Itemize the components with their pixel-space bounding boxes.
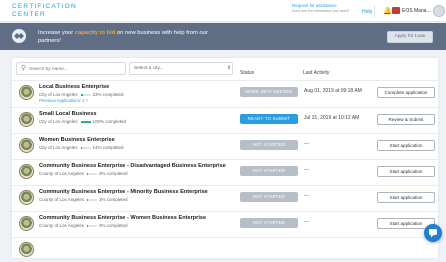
start-application-button[interactable]: Start application bbox=[377, 140, 435, 151]
progress-label: 3% completed bbox=[99, 197, 128, 202]
handshake-icon bbox=[12, 29, 26, 43]
banner-text-highlight: capacity to bid bbox=[75, 30, 116, 36]
banner-message: Increase your capacity to bid on new bus… bbox=[38, 30, 228, 45]
bell-icon[interactable]: 🔔 bbox=[383, 7, 392, 15]
header-divider bbox=[374, 5, 375, 18]
progress-label: 3% completed bbox=[99, 223, 128, 228]
certification-agency: City of Los Angeles 14% completed bbox=[39, 145, 124, 150]
application-row-partial bbox=[12, 237, 438, 262]
last-activity: Aug 01, 2019 at 09:18 AM bbox=[304, 88, 362, 94]
certification-agency: City of Los Angeles 100% completed bbox=[39, 119, 126, 124]
application-row: Small Local Business City of Los Angeles… bbox=[12, 107, 438, 132]
start-application-button[interactable]: Start application bbox=[377, 192, 435, 203]
org-menu[interactable]: EOS Mana... bbox=[402, 8, 431, 14]
logo-line2[interactable]: CENTER bbox=[12, 11, 46, 18]
city-seal-icon bbox=[19, 112, 34, 127]
agency-name: County of Los Angeles bbox=[39, 171, 84, 176]
progress-bar bbox=[87, 173, 97, 175]
status-badge: NOT STARTED bbox=[240, 166, 298, 176]
chevron-down-icon: ˅ bbox=[86, 98, 89, 103]
last-activity: Jul 31, 2019 at 10:12 AM bbox=[304, 115, 359, 121]
certification-agency: City of Los Angeles 23% completed bbox=[39, 92, 124, 97]
county-seal-icon bbox=[19, 164, 34, 179]
certification-title: Local Business Enterprise bbox=[39, 84, 109, 90]
progress-fill bbox=[81, 121, 91, 123]
last-activity: --- bbox=[304, 167, 309, 173]
help-subtext: Don't see the information you need? bbox=[292, 9, 350, 14]
agency-name: City of Los Angeles bbox=[39, 145, 78, 150]
top-bar: CERTIFICATION CENTER Request for assista… bbox=[0, 0, 446, 22]
complete-application-button[interactable]: Complete application bbox=[377, 87, 435, 98]
agency-name: City of Los Angeles bbox=[39, 119, 78, 124]
status-badge: NOT STARTED bbox=[240, 140, 298, 150]
certification-title: Small Local Business bbox=[39, 111, 97, 117]
certification-agency: County of Los Angeles 3% completed bbox=[39, 223, 128, 228]
city-select[interactable]: Select a city... ⇕ bbox=[129, 62, 233, 75]
application-row: Local Business Enterprise City of Los An… bbox=[12, 80, 438, 105]
status-badge: READY TO SUBMIT bbox=[240, 114, 298, 124]
logo-line1[interactable]: CERTIFICATION bbox=[12, 3, 77, 10]
chat-button[interactable] bbox=[424, 224, 442, 242]
org-icon bbox=[392, 7, 400, 14]
column-header-status: Status bbox=[240, 70, 254, 76]
avatar[interactable] bbox=[433, 5, 445, 17]
progress-bar bbox=[81, 147, 91, 149]
application-row: Community Business Enterprise - Disadvan… bbox=[12, 159, 438, 184]
progress-bar bbox=[81, 94, 91, 96]
certification-agency: County of Los Angeles 3% completed bbox=[39, 171, 128, 176]
help-button[interactable]: Help bbox=[362, 9, 372, 15]
application-row: Community Business Enterprise - Women Bu… bbox=[12, 211, 438, 236]
start-application-button[interactable]: Start application bbox=[377, 166, 435, 177]
status-badge: NOT STARTED bbox=[240, 218, 298, 228]
application-row: Community Business Enterprise - Minority… bbox=[12, 185, 438, 210]
city-seal-icon bbox=[19, 85, 34, 100]
last-activity: --- bbox=[304, 219, 309, 225]
status-badge: MORE INFO NEEDED bbox=[240, 87, 298, 97]
chat-bubble-icon bbox=[428, 228, 438, 238]
previous-applications-link[interactable]: Previous Applications: 1 ˅ bbox=[39, 98, 88, 103]
certification-title: Community Business Enterprise - Disadvan… bbox=[39, 163, 226, 169]
agency-name: City of Los Angeles bbox=[39, 92, 78, 97]
progress-fill bbox=[81, 147, 82, 149]
agency-name: County of Los Angeles bbox=[39, 197, 84, 202]
banner-text-pre: Increase your bbox=[38, 30, 75, 36]
certification-title: Community Business Enterprise - Minority… bbox=[39, 189, 208, 195]
certification-title: Women Business Enterprise bbox=[39, 137, 115, 143]
progress-fill bbox=[81, 94, 83, 96]
apply-for-loan-button[interactable]: Apply for Loan bbox=[387, 31, 433, 43]
progress-bar bbox=[81, 121, 91, 123]
certification-title: Community Business Enterprise - Women Bu… bbox=[39, 215, 206, 221]
county-seal-icon bbox=[19, 242, 34, 257]
last-activity: --- bbox=[304, 141, 309, 147]
progress-bar bbox=[87, 199, 97, 201]
progress-label: 100% completed bbox=[93, 119, 127, 124]
last-activity: --- bbox=[304, 193, 309, 199]
progress-label: 3% completed bbox=[99, 171, 128, 176]
agency-name: County of Los Angeles bbox=[39, 223, 84, 228]
county-seal-icon bbox=[19, 190, 34, 205]
column-header-last-activity: Last Activity bbox=[303, 70, 329, 76]
previous-applications-label: Previous Applications: 1 bbox=[39, 98, 85, 103]
county-seal-icon bbox=[19, 216, 34, 231]
chevron-updown-icon: ⇕ bbox=[227, 65, 231, 71]
search-input[interactable] bbox=[29, 64, 124, 74]
request-assistance-link[interactable]: Request for assistance bbox=[292, 3, 337, 8]
review-submit-button[interactable]: Review & Submit bbox=[377, 114, 435, 125]
search-icon: ⚲ bbox=[21, 64, 26, 72]
city-select-value: Select a city... bbox=[134, 66, 164, 71]
application-row: Women Business Enterprise City of Los An… bbox=[12, 133, 438, 158]
progress-bar bbox=[87, 225, 97, 227]
certification-agency: County of Los Angeles 3% completed bbox=[39, 197, 128, 202]
status-badge: NOT STARTED bbox=[240, 192, 298, 202]
search-field[interactable]: ⚲ bbox=[16, 62, 126, 75]
city-seal-icon bbox=[19, 138, 34, 153]
progress-label: 23% completed bbox=[93, 92, 124, 97]
progress-label: 14% completed bbox=[93, 145, 124, 150]
